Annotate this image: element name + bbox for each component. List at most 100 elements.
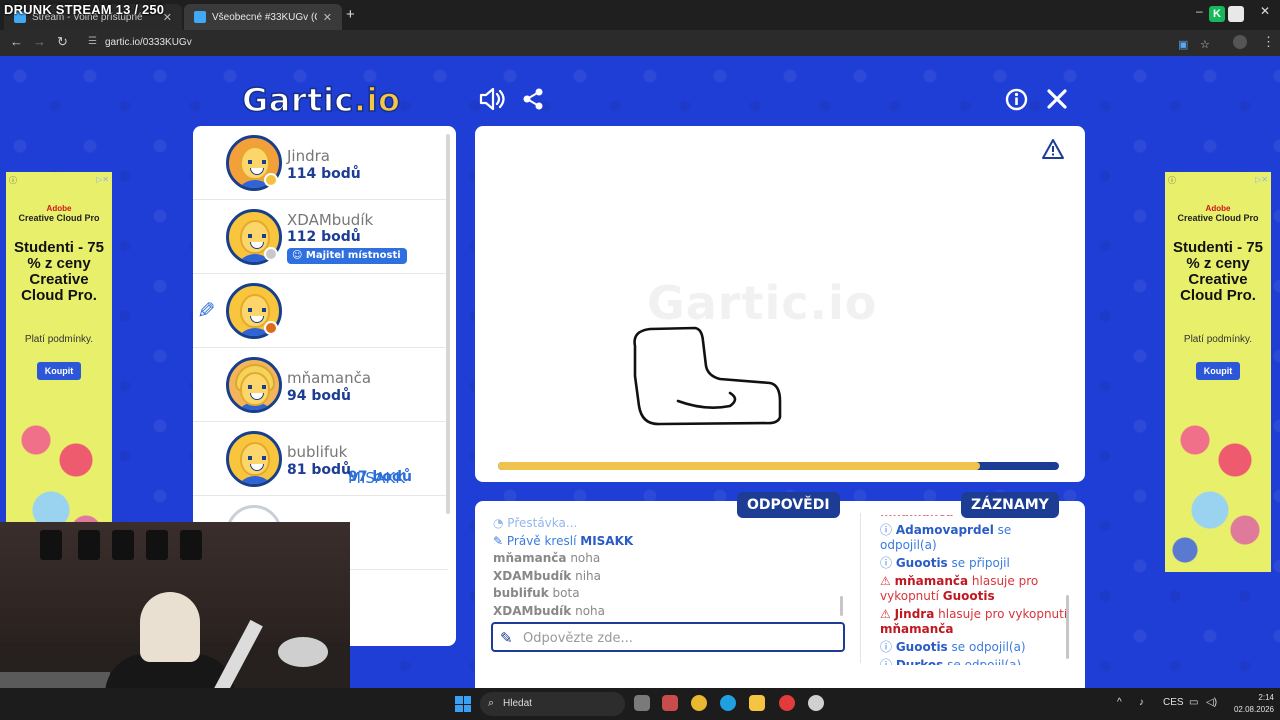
pencil-icon: ✎ xyxy=(500,630,513,647)
ad-buy-button[interactable]: Koupit xyxy=(1196,362,1240,380)
join-leave-log: ⓘ Durkos se odpojil(a) xyxy=(880,658,1070,665)
ad-terms: Platí podmínky. xyxy=(1183,334,1253,345)
back-icon[interactable]: ← xyxy=(10,34,23,49)
browser-tab-bar: Stream - Volně přístupné ✕ Všeobecné #33… xyxy=(0,0,1280,30)
task-view-icon[interactable] xyxy=(634,695,650,711)
player-status-dot xyxy=(264,173,278,187)
tab-answers[interactable]: ODPOVĚDI xyxy=(737,492,840,518)
address-bar[interactable]: ☰ gartic.io/0333KUGv ▣ ☆ xyxy=(80,33,1220,53)
guess-message: XDAMbudík niha xyxy=(493,568,601,583)
answer-input[interactable] xyxy=(523,628,823,648)
translate-icon[interactable]: ▣ xyxy=(1178,38,1188,51)
start-windows-icon[interactable] xyxy=(455,696,471,712)
ad-brand: Adobe xyxy=(46,204,72,213)
taskbar-search[interactable]: ⌕ Hledat xyxy=(480,692,625,716)
gartic-logo: Gartic.io xyxy=(241,80,401,120)
store-icon[interactable] xyxy=(662,695,678,711)
player-avatar xyxy=(226,431,282,487)
ad-info-icon[interactable]: ⓘ xyxy=(1168,175,1176,186)
info-icon: ⓘ xyxy=(880,523,896,537)
player-row: XDAMbudík 112 bodů ☺ Majitel místnosti xyxy=(193,200,448,274)
kick-vote-log: ⚠ mňamanča hlasuje pro vykopnutí Guootis xyxy=(880,574,1039,603)
player-name: mňamanča xyxy=(287,369,372,387)
ad-brand: Adobe xyxy=(1205,204,1231,213)
reload-icon[interactable]: ↻ xyxy=(57,34,68,50)
warning-icon: ⚠ xyxy=(880,574,895,588)
site-info-icon[interactable]: ☰ xyxy=(88,36,97,47)
extension-icon[interactable]: K xyxy=(1209,6,1225,22)
network-icon[interactable]: ▭ xyxy=(1189,697,1198,708)
close-tab-icon[interactable]: ✕ xyxy=(323,11,332,24)
browser-tab-active[interactable]: Všeobecné #33KUGv (Čeština) ✕ xyxy=(184,4,342,30)
answers-feed: ◔ Přestávka... ✎ Právě kreslí MISAKK mňama… xyxy=(493,515,849,625)
answers-scrollbar[interactable] xyxy=(840,596,843,616)
tab-label: Všeobecné #33KUGv (Čeština) xyxy=(212,11,317,23)
player-score: 94 bodů xyxy=(287,388,351,404)
extension-icon[interactable] xyxy=(1228,6,1244,22)
ad-headline: Studenti - 75 % z ceny Creative Cloud Pr… xyxy=(1172,239,1263,304)
player-row-drawing: ✎ MISAKK 97 bodů xyxy=(193,274,448,487)
taskbar-clock[interactable]: 2:14 02.08.2026 xyxy=(1222,692,1274,716)
player-score: 81 bodů xyxy=(287,462,351,478)
file-explorer-icon[interactable] xyxy=(749,695,765,711)
player-score: 114 bodů xyxy=(287,166,361,182)
tray-chevron-icon[interactable]: ^ xyxy=(1117,697,1122,708)
app-icon[interactable] xyxy=(808,695,824,711)
taskbar-search-label: Hledat xyxy=(503,698,532,709)
player-status-dot xyxy=(264,247,278,261)
ad-buy-button[interactable]: Koupit xyxy=(37,362,81,380)
url-text: gartic.io/0333KUGv xyxy=(105,37,192,48)
join-leave-log: ⓘ Guootis se připojil xyxy=(880,556,1010,570)
edge-icon[interactable] xyxy=(720,695,736,711)
guess-message: mňamanča noha xyxy=(493,551,601,565)
answer-field[interactable]: ✎ xyxy=(491,622,845,652)
language-indicator[interactable]: CES xyxy=(1163,697,1184,708)
advertisement-left[interactable]: ⓘ ▷✕ Adobe Creative Cloud Pro Studenti -… xyxy=(6,172,112,572)
player-status-dot xyxy=(264,321,278,335)
info-icon: ⓘ xyxy=(880,556,896,570)
windows-taskbar: ⌕ Hledat ^ ♪ CES ▭ ◁) 2:14 02.08.2026 xyxy=(0,688,1280,720)
player-row: mňamanča 94 bodů xyxy=(193,348,448,422)
close-window-icon[interactable]: ✕ xyxy=(1260,4,1270,18)
profile-avatar[interactable] xyxy=(1233,35,1247,49)
ad-close-icon[interactable]: ▷✕ xyxy=(1255,175,1268,184)
report-warning-icon[interactable] xyxy=(1041,138,1065,166)
new-tab-icon[interactable]: + xyxy=(346,6,355,23)
menu-kebab-icon[interactable]: ⋮ xyxy=(1262,34,1275,50)
drawing-canvas[interactable]: Gartic.io xyxy=(475,126,1085,482)
info-icon[interactable] xyxy=(1005,88,1028,116)
kick-vote-log: ⚠ Jindra hlasuje pro vykopnutí mňamanča xyxy=(880,607,1068,636)
forward-icon[interactable]: → xyxy=(33,34,46,49)
ad-product: Creative Cloud Pro xyxy=(18,213,100,223)
warning-icon: ⚠ xyxy=(880,607,895,621)
share-icon[interactable] xyxy=(522,88,544,115)
player-name: XDAMbudík xyxy=(287,211,374,229)
mic-icon[interactable]: ♪ xyxy=(1139,697,1144,708)
sound-icon[interactable] xyxy=(479,87,506,116)
ad-terms: Platí podmínky. xyxy=(24,334,94,345)
volume-icon[interactable]: ◁) xyxy=(1206,697,1217,708)
close-icon[interactable] xyxy=(1046,88,1068,115)
pencil-icon: ✎ xyxy=(493,533,507,548)
tab-logs[interactable]: ZÁZNAMY xyxy=(961,492,1059,518)
player-name: bublifuk xyxy=(287,443,348,461)
obs-record-icon[interactable] xyxy=(779,695,795,711)
stream-title: DRUNK STREAM 13 / 250 xyxy=(4,2,165,17)
chrome-icon[interactable] xyxy=(691,695,707,711)
guess-message: XDAMbudík noha xyxy=(493,603,605,618)
bookmark-star-icon[interactable]: ☆ xyxy=(1200,38,1210,51)
guess-message: bublifuk bota xyxy=(493,586,580,600)
minimize-icon[interactable]: – xyxy=(1196,4,1203,18)
search-icon: ⌕ xyxy=(488,697,495,709)
ad-product: Creative Cloud Pro xyxy=(1177,213,1259,223)
logs-scrollbar[interactable] xyxy=(1066,595,1069,659)
chat-panel: ◔ Přestávka... ✎ Právě kreslí MISAKK mňama… xyxy=(475,501,1085,688)
ad-close-icon[interactable]: ▷✕ xyxy=(96,175,109,184)
ad-info-icon[interactable]: ⓘ xyxy=(9,175,17,186)
advertisement-right[interactable]: ⓘ ▷✕ Adobe Creative Cloud Pro Studenti -… xyxy=(1165,172,1271,572)
clock-time: 2:14 xyxy=(1258,693,1274,702)
room-owner-badge: ☺ Majitel místnosti xyxy=(287,248,407,264)
round-timer-bar xyxy=(498,462,1059,470)
system-message: ✎ Právě kreslí MISAKK xyxy=(493,533,634,548)
players-scrollbar[interactable] xyxy=(446,134,450,514)
